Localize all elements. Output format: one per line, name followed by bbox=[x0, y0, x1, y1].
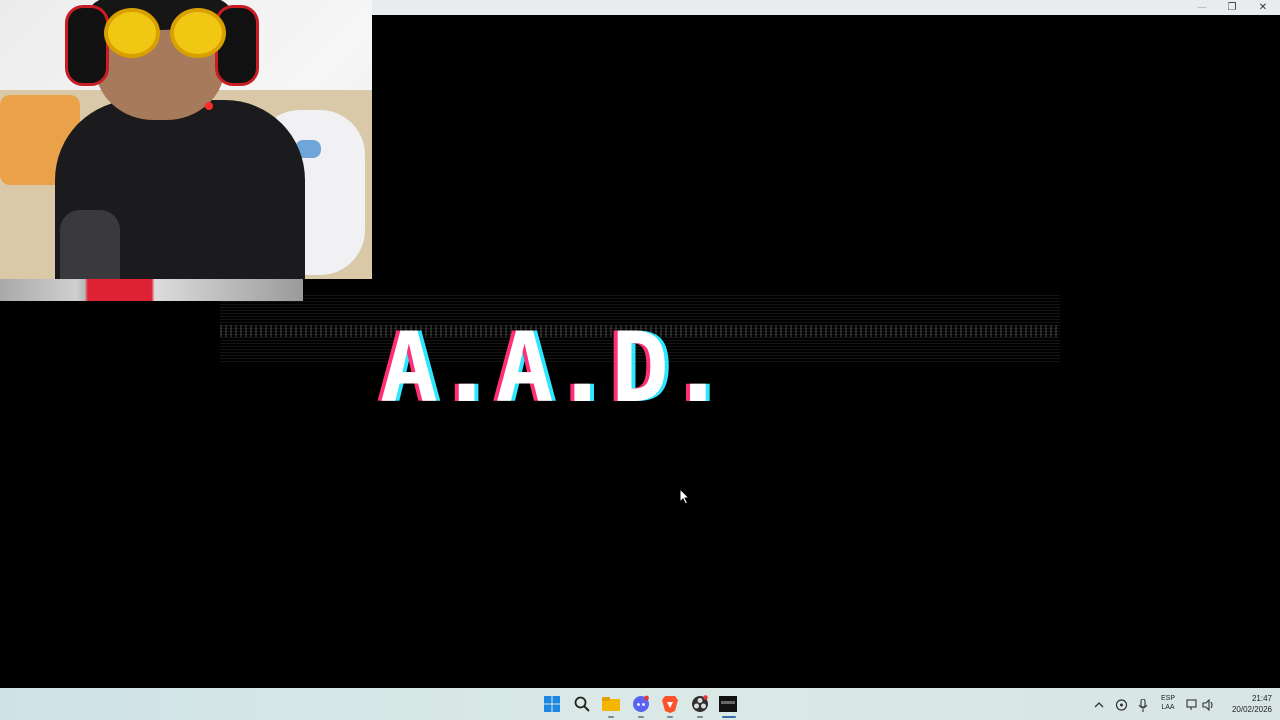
close-button[interactable]: ✕ bbox=[1248, 0, 1278, 15]
webcam-overlay bbox=[0, 0, 372, 279]
game-window-icon[interactable] bbox=[719, 695, 737, 713]
active-window-indicator bbox=[722, 716, 736, 718]
obs-icon[interactable] bbox=[691, 695, 709, 713]
running-indicator bbox=[667, 716, 673, 718]
chevron-up-icon[interactable] bbox=[1092, 696, 1106, 714]
game-title-logo: A.A.D. bbox=[380, 312, 727, 424]
clock-date: 20/02/2026 bbox=[1231, 705, 1272, 714]
novelty-glasses-left bbox=[104, 8, 160, 58]
headphone-left bbox=[65, 5, 109, 86]
volume-icon[interactable] bbox=[1201, 696, 1215, 714]
network-icon[interactable] bbox=[1114, 696, 1128, 714]
search-icon[interactable] bbox=[573, 695, 591, 713]
display-network-icon[interactable] bbox=[1185, 696, 1199, 714]
microphone-icon[interactable] bbox=[1136, 696, 1150, 714]
maximize-button[interactable]: ❐ bbox=[1217, 0, 1247, 15]
clock-time: 21:47 bbox=[1251, 694, 1272, 703]
running-indicator bbox=[638, 716, 644, 718]
discord-icon[interactable] bbox=[632, 695, 650, 713]
taskbar: ESP LAA 21:47 20/02/2026 bbox=[0, 688, 1280, 720]
keyboard-layout-code: LAA bbox=[1161, 704, 1175, 711]
language-code: ESP bbox=[1160, 695, 1175, 702]
mic-indicator-dot bbox=[205, 102, 213, 110]
running-indicator bbox=[697, 716, 703, 718]
running-indicator bbox=[608, 716, 614, 718]
webcam-microphone bbox=[60, 210, 120, 279]
brave-browser-icon[interactable] bbox=[661, 695, 679, 713]
system-clock[interactable]: 21:47 20/02/2026 bbox=[1220, 693, 1272, 717]
minimize-button[interactable]: — bbox=[1187, 0, 1217, 15]
novelty-glasses-right bbox=[170, 8, 226, 58]
language-indicator[interactable]: ESP LAA bbox=[1156, 694, 1180, 716]
mouse-cursor-icon bbox=[680, 489, 691, 505]
windows-start-icon[interactable] bbox=[543, 695, 561, 713]
file-explorer-icon[interactable] bbox=[602, 695, 620, 713]
webcam-bottom-strip bbox=[0, 279, 303, 301]
